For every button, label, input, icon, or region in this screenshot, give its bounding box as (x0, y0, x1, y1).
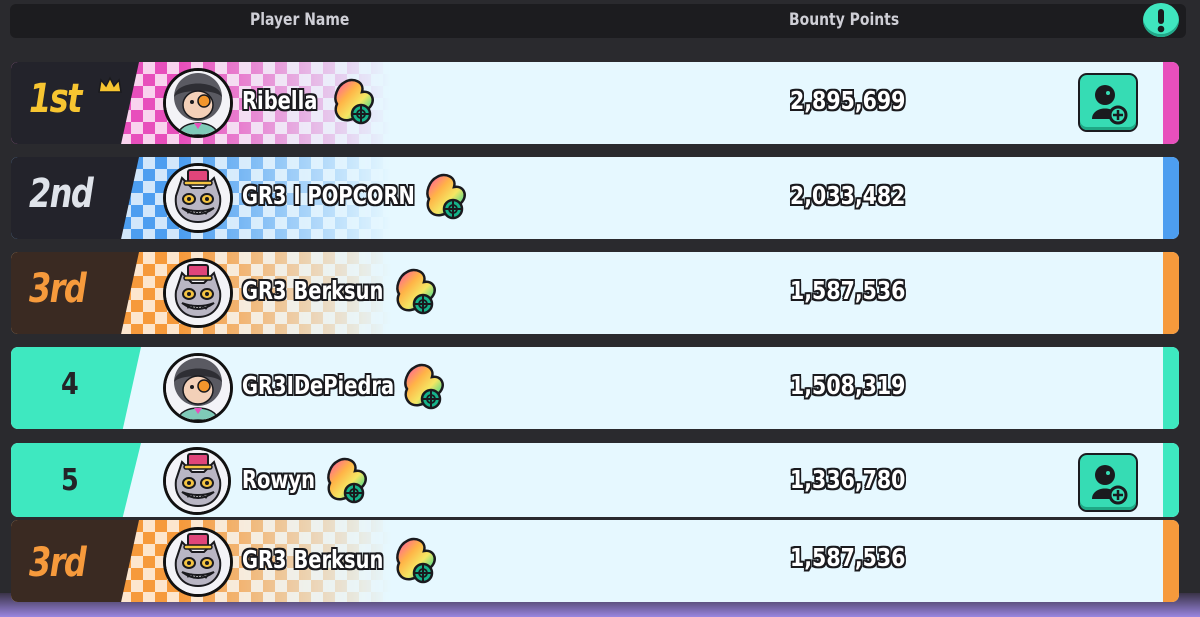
add-friend-button[interactable] (1080, 455, 1136, 510)
rainbow-bounty-badge-icon (401, 363, 447, 413)
player-avatar[interactable] (166, 530, 230, 594)
add-friend-icon (1080, 455, 1136, 510)
rainbow-bounty-badge-icon (393, 537, 439, 587)
rank-edge (1163, 157, 1179, 239)
rank-label: 2nd (29, 171, 94, 217)
player-avatar[interactable] (166, 71, 230, 135)
player-name[interactable]: GR3 Berksun (242, 545, 383, 574)
rainbow-bounty-badge-icon (324, 457, 370, 507)
add-friend-button[interactable] (1080, 75, 1136, 130)
rank-edge (1163, 252, 1179, 334)
bounty-points-column-header: Bounty Points (789, 10, 900, 30)
bounty-points-value: 1,336,780 (790, 465, 906, 494)
leaderboard-header: Player Name Bounty Points (10, 4, 1186, 38)
player-avatar[interactable] (166, 356, 230, 420)
player-avatar[interactable] (166, 166, 230, 230)
bounty-points-value: 2,033,482 (790, 181, 906, 210)
leaderboard-row[interactable]: 4 GR3IDePiedra 1,508,319 (11, 347, 1179, 429)
rank-label: 4 (61, 367, 79, 402)
rainbow-bounty-badge-icon (423, 173, 469, 223)
rank-label: 3rd (29, 266, 87, 312)
rank-edge (1163, 347, 1179, 429)
rank-edge (1163, 520, 1179, 602)
rainbow-bounty-badge-icon (331, 78, 377, 128)
rank-label: 5 (61, 463, 79, 498)
leaderboard-row[interactable]: 1st Ribella 2,895,699 (11, 62, 1179, 144)
leaderboard-row[interactable]: 3rd GR3 Berksun 1,587,536 (11, 520, 1179, 602)
bounty-points-value: 1,587,536 (790, 543, 906, 572)
player-name[interactable]: GR3IDePiedra (242, 371, 394, 400)
rank-edge (1163, 443, 1179, 517)
player-name[interactable]: Rowyn (242, 465, 315, 494)
rank-label: 1st (29, 76, 82, 122)
player-name[interactable]: GR3 Berksun (242, 276, 383, 305)
exclamation-icon[interactable] (1143, 3, 1179, 37)
leaderboard-row[interactable]: 2nd GR3 I POPCORN 2,033,482 (11, 157, 1179, 239)
rainbow-bounty-badge-icon (393, 268, 439, 318)
player-name[interactable]: Ribella (242, 86, 317, 115)
leaderboard-row[interactable]: 5 Rowyn 1,336,780 (11, 443, 1179, 517)
add-friend-icon (1080, 75, 1136, 130)
rank-label: 3rd (29, 540, 87, 586)
player-name-column-header: Player Name (250, 10, 350, 30)
player-avatar[interactable] (166, 450, 228, 512)
player-avatar[interactable] (166, 261, 230, 325)
rank-edge (1163, 62, 1179, 144)
bounty-points-value: 1,587,536 (790, 276, 906, 305)
bounty-points-value: 2,895,699 (790, 86, 906, 115)
bounty-points-value: 1,508,319 (790, 371, 906, 400)
leaderboard-row[interactable]: 3rd GR3 Berksun 1,587,536 (11, 252, 1179, 334)
player-name[interactable]: GR3 I POPCORN (242, 181, 415, 210)
crown-icon (98, 76, 122, 93)
